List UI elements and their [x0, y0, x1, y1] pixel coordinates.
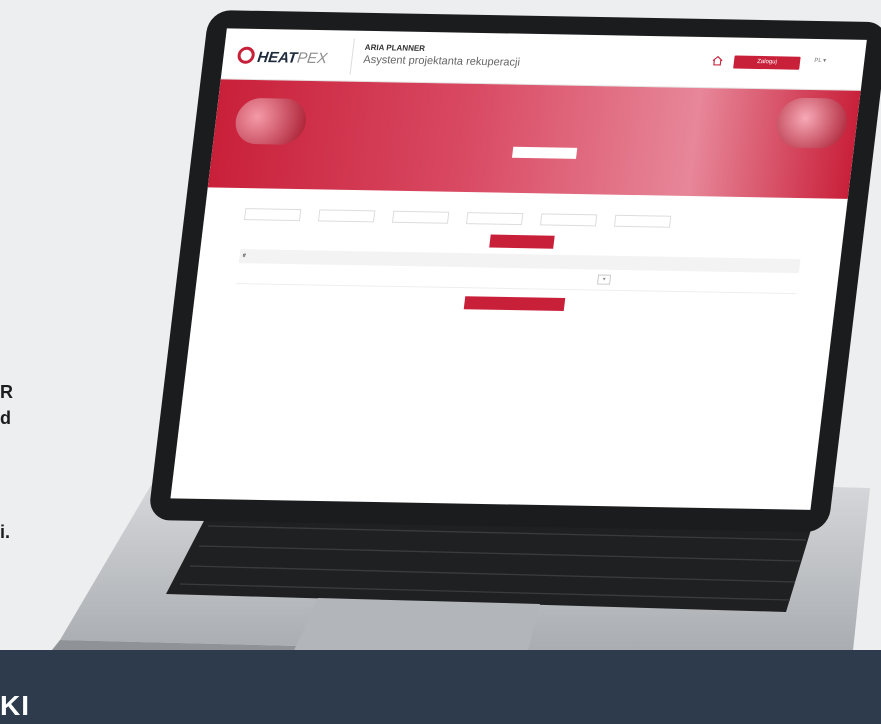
- table-cell: [399, 266, 467, 288]
- table-cell: [528, 268, 596, 291]
- table-cell: ▾: [593, 269, 799, 294]
- logo-light-text: PEX: [296, 49, 329, 68]
- bottom-banner: [0, 650, 881, 724]
- table-header-cell: [336, 250, 404, 267]
- field-input[interactable]: [465, 212, 524, 226]
- field-input[interactable]: [539, 213, 598, 227]
- table-cell: [334, 264, 402, 287]
- header-divider: [349, 38, 355, 75]
- generate-project-button[interactable]: [463, 296, 566, 312]
- table-cell: [236, 263, 337, 286]
- heatpex-logo[interactable]: HEATPEX: [236, 46, 329, 68]
- field-label: [616, 211, 672, 212]
- language-selector[interactable]: PL ▾: [814, 57, 827, 64]
- hero-note: [598, 146, 728, 148]
- table-header-cell: [531, 254, 598, 270]
- login-button[interactable]: Zaloguj: [733, 55, 801, 70]
- footer-legend: [232, 321, 792, 331]
- hero-pipe-image-left: [233, 97, 309, 145]
- home-icon[interactable]: [711, 55, 723, 66]
- field-inputs-row: [243, 208, 805, 230]
- language-label: PL: [813, 57, 822, 65]
- field-label: [246, 204, 302, 205]
- field-label: [320, 205, 376, 206]
- row-action-select[interactable]: ▾: [597, 274, 612, 285]
- table-header-cell: [466, 253, 533, 269]
- table-header-cell: [401, 252, 469, 268]
- field-label: [394, 207, 450, 208]
- bottom-banner-text: KI: [0, 690, 30, 721]
- app-screen: HEATPEX ARIA PLANNER Asystent projektant…: [170, 28, 867, 510]
- room-form: # ▾: [191, 187, 848, 342]
- add-room-button[interactable]: [489, 234, 555, 249]
- field-input[interactable]: [391, 210, 450, 224]
- hero-pipe-image-right: [773, 97, 850, 149]
- app-name: ARIA PLANNER: [364, 42, 426, 53]
- hero-banner: [207, 79, 861, 199]
- field-label: [468, 208, 524, 209]
- app-title-block: ARIA PLANNER Asystent projektanta rekupe…: [363, 43, 522, 69]
- app-subtitle: Asystent projektanta rekuperacji: [362, 53, 521, 69]
- field-input[interactable]: [243, 208, 302, 222]
- field-input[interactable]: [317, 209, 376, 223]
- hero-input[interactable]: [511, 146, 578, 159]
- field-label: [542, 209, 598, 210]
- field-input[interactable]: [613, 214, 672, 228]
- table-cell: [463, 267, 532, 289]
- logo-main-text: HEAT: [256, 48, 299, 67]
- hero-description: [329, 99, 709, 106]
- room-form-title: [247, 198, 807, 208]
- laptop-screen-frame: HEATPEX ARIA PLANNER Asystent projektant…: [147, 10, 881, 533]
- rooms-table: # ▾: [236, 249, 801, 294]
